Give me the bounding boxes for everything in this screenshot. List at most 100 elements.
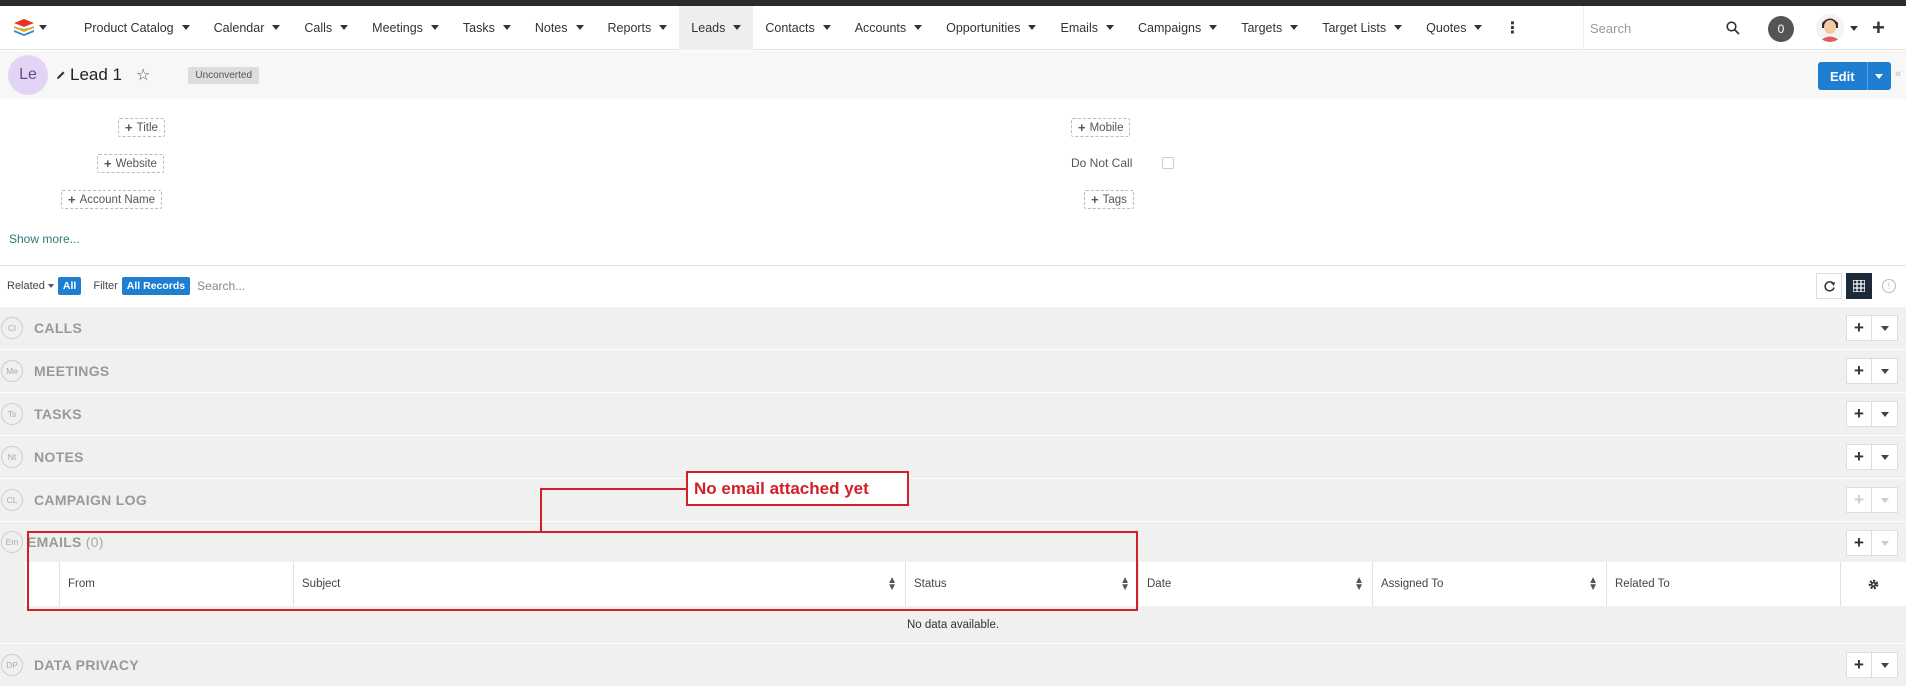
chevron-down-icon[interactable] <box>1474 25 1483 30</box>
notification-badge[interactable]: 0 <box>1768 16 1794 42</box>
chevron-down-icon[interactable] <box>1209 25 1218 30</box>
chevron-down-icon <box>1875 73 1884 79</box>
panel-actions: + <box>1846 315 1898 341</box>
global-search <box>1583 6 1763 50</box>
nav-tab-product-catalog[interactable]: Product Catalog <box>72 6 202 50</box>
record-header: Le Lead 1 ☆ Unconverted Edit « <box>0 51 1906 99</box>
plus-icon: + <box>1078 120 1086 135</box>
app-logo-menu[interactable] <box>0 6 60 50</box>
nav-tab-meetings[interactable]: Meetings <box>360 6 451 50</box>
related-dropdown[interactable]: Related <box>7 280 54 292</box>
column-related-to[interactable]: Related To <box>1607 562 1841 606</box>
nav-tab-target-lists[interactable]: Target Lists <box>1310 6 1414 50</box>
panel-tasks[interactable]: Ts TASKS + <box>0 393 1906 436</box>
panel-calls[interactable]: Cl CALLS + <box>0 307 1906 350</box>
chevron-down-icon[interactable] <box>822 25 831 30</box>
column-assigned-to[interactable]: Assigned To ▲ ▼ <box>1373 562 1607 606</box>
emails-dropdown-button[interactable] <box>1872 530 1898 556</box>
field-label: Title <box>136 121 158 134</box>
panel-dropdown-button[interactable] <box>1872 487 1898 513</box>
refresh-icon <box>1823 280 1835 292</box>
calls-icon: Cl <box>1 317 23 339</box>
sort-icon[interactable]: ▲ ▼ <box>1588 576 1598 593</box>
nav-tab-notes[interactable]: Notes <box>523 6 596 50</box>
chevron-down-icon[interactable] <box>1290 25 1299 30</box>
nav-tab-label: Calls <box>304 20 333 35</box>
chevron-down-icon[interactable] <box>659 25 668 30</box>
nav-tab-emails[interactable]: Emails <box>1048 6 1126 50</box>
chevron-down-icon[interactable] <box>1028 25 1037 30</box>
info-icon[interactable]: ! <box>1882 279 1896 293</box>
chevron-down-icon[interactable] <box>340 25 349 30</box>
add-button[interactable]: + <box>1846 444 1872 470</box>
nav-tab-reports[interactable]: Reports <box>596 6 680 50</box>
chevron-down-icon <box>1850 25 1858 31</box>
add-button[interactable]: + <box>1846 401 1872 427</box>
user-menu[interactable] <box>1816 14 1858 42</box>
add-account-name-field[interactable]: + Account Name <box>61 190 163 209</box>
search-icon[interactable] <box>1726 21 1740 35</box>
chevron-down-icon[interactable] <box>502 25 511 30</box>
star-icon[interactable]: ☆ <box>136 65 150 85</box>
panel-notes[interactable]: Nt NOTES + <box>0 436 1906 479</box>
column-label: Assigned To <box>1381 578 1444 590</box>
panel-dropdown-button[interactable] <box>1872 401 1898 427</box>
chevron-down-icon[interactable] <box>575 25 584 30</box>
field-label: Account Name <box>79 193 156 206</box>
add-button[interactable]: + <box>1846 315 1872 341</box>
add-button[interactable]: + <box>1846 358 1872 384</box>
panel-dropdown-button[interactable] <box>1872 444 1898 470</box>
chevron-down-icon[interactable] <box>1394 25 1403 30</box>
chevron-down-icon[interactable] <box>430 25 439 30</box>
related-toolbar: ! <box>1816 273 1896 299</box>
add-email-button[interactable]: + <box>1846 530 1872 556</box>
nav-tab-calendar[interactable]: Calendar <box>202 6 293 50</box>
chevron-down-icon[interactable] <box>272 25 281 30</box>
nav-tab-leads[interactable]: Leads <box>679 5 754 50</box>
add-website-field[interactable]: + Website <box>97 154 164 173</box>
filter-value-tag[interactable]: All Records <box>121 276 191 295</box>
nav-tab-label: Contacts <box>765 20 815 35</box>
nav-tab-calls[interactable]: Calls <box>292 6 360 50</box>
refresh-button[interactable] <box>1816 273 1842 299</box>
related-value-tag[interactable]: All <box>57 276 82 295</box>
add-mobile-field[interactable]: + Mobile <box>1071 118 1131 137</box>
column-date[interactable]: Date ▲ ▼ <box>1139 562 1373 606</box>
do-not-call-checkbox[interactable] <box>1162 157 1174 169</box>
add-button[interactable]: + <box>1846 652 1872 678</box>
chevron-down-icon[interactable] <box>914 25 923 30</box>
nav-tab-contacts[interactable]: Contacts <box>753 6 842 50</box>
related-search-input[interactable] <box>197 272 1758 299</box>
collapse-sidebar-icon[interactable]: « <box>1895 68 1901 80</box>
chevron-down-icon[interactable] <box>733 25 742 30</box>
more-menu-icon[interactable]: ⋮ <box>1494 18 1530 38</box>
column-settings[interactable] <box>1841 562 1906 606</box>
show-more-link[interactable]: Show more... <box>9 232 80 246</box>
add-button[interactable]: + <box>1846 487 1872 513</box>
add-title-field[interactable]: + Title <box>118 118 165 137</box>
record-name: Lead 1 <box>70 65 122 84</box>
nav-tab-accounts[interactable]: Accounts <box>843 6 934 50</box>
pencil-icon[interactable] <box>56 70 66 80</box>
quick-create-button[interactable]: + <box>1872 14 1885 42</box>
main-navbar: Product Catalog Calendar Calls Meetings Task… <box>0 5 1906 50</box>
edit-button[interactable]: Edit <box>1818 62 1867 90</box>
chevron-down-icon[interactable] <box>1106 25 1114 30</box>
panel-dropdown-button[interactable] <box>1872 358 1898 384</box>
sort-icon[interactable]: ▲ ▼ <box>1354 576 1364 593</box>
panel-dropdown-button[interactable] <box>1872 315 1898 341</box>
nav-tab-targets[interactable]: Targets <box>1229 6 1310 50</box>
panel-campaign-log[interactable]: CL CAMPAIGN LOG + <box>0 479 1906 522</box>
add-tags-field[interactable]: + Tags <box>1084 190 1134 209</box>
grid-view-button[interactable] <box>1846 273 1872 299</box>
nav-tab-quotes[interactable]: Quotes <box>1414 6 1494 50</box>
global-search-input[interactable] <box>1584 13 1724 43</box>
panel-meetings[interactable]: Me MEETINGS + <box>0 350 1906 393</box>
nav-tab-tasks[interactable]: Tasks <box>451 6 523 50</box>
nav-tab-campaigns[interactable]: Campaigns <box>1126 6 1229 50</box>
panel-dropdown-button[interactable] <box>1872 652 1898 678</box>
edit-dropdown-button[interactable] <box>1866 62 1891 90</box>
chevron-down-icon[interactable] <box>181 25 190 30</box>
panel-data-privacy[interactable]: DP DATA PRIVACY + <box>0 644 1906 687</box>
nav-tab-opportunities[interactable]: Opportunities <box>934 6 1048 50</box>
